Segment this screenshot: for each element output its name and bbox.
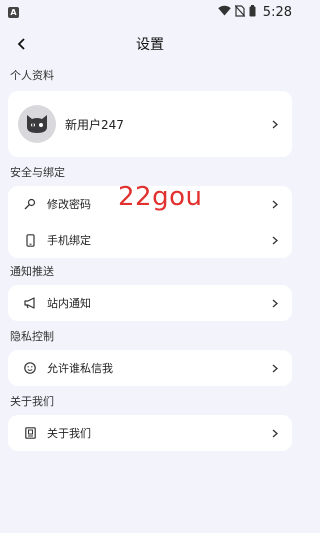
wifi-icon	[218, 5, 231, 19]
row-phone-binding[interactable]: 手机绑定	[8, 222, 292, 258]
back-arrow-icon	[17, 38, 25, 50]
section-title-profile: 个人资料	[10, 69, 54, 82]
section-title-privacy: 隐私控制	[10, 330, 54, 343]
watermark: 22gou	[118, 182, 203, 212]
chevron-right-icon	[270, 363, 280, 373]
row-label: 关于我们	[47, 427, 91, 440]
about-card: 关于我们	[8, 415, 292, 451]
smiley-icon	[23, 361, 37, 375]
battery-icon	[249, 4, 256, 20]
cat-avatar-icon	[27, 115, 47, 133]
profile-card[interactable]: 新用户247	[8, 91, 292, 157]
megaphone-icon	[23, 296, 37, 310]
notification-card: 站内通知	[8, 285, 292, 321]
no-sim-icon	[234, 4, 246, 20]
avatar	[18, 105, 56, 143]
section-title-notification: 通知推送	[10, 265, 54, 278]
phone-icon	[23, 233, 37, 247]
chevron-right-icon	[270, 119, 280, 129]
row-site-notification[interactable]: 站内通知	[8, 285, 292, 321]
section-title-about: 关于我们	[10, 395, 54, 408]
chevron-right-icon	[270, 235, 280, 245]
status-bar: A 5:28	[0, 0, 300, 24]
profile-username: 新用户247	[65, 117, 124, 132]
status-time: 5:28	[262, 4, 292, 20]
key-icon	[23, 197, 37, 211]
chevron-right-icon	[270, 428, 280, 438]
app-notification-icon: A	[8, 6, 19, 18]
chevron-right-icon	[270, 199, 280, 209]
chevron-right-icon	[270, 298, 280, 308]
section-title-security: 安全与绑定	[10, 166, 65, 179]
page-title: 设置	[136, 37, 164, 53]
row-about-us[interactable]: 关于我们	[8, 415, 292, 451]
row-label: 站内通知	[47, 297, 91, 310]
info-box-icon	[23, 426, 37, 440]
row-label: 手机绑定	[47, 234, 91, 247]
row-message-permission[interactable]: 允许谁私信我	[8, 350, 292, 386]
row-label: 允许谁私信我	[47, 362, 113, 375]
privacy-card: 允许谁私信我	[8, 350, 292, 386]
nav-bar: 设置	[0, 24, 300, 64]
back-button[interactable]	[12, 34, 32, 54]
